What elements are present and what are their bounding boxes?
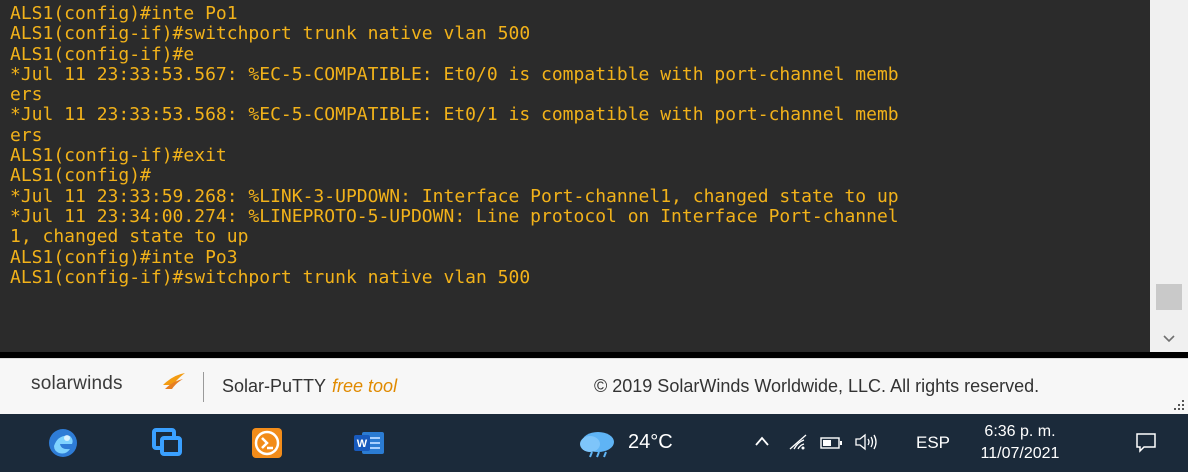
language-indicator[interactable]: ESP (916, 433, 950, 453)
battery-icon[interactable] (820, 436, 844, 450)
vertical-scrollbar[interactable] (1150, 0, 1188, 352)
copyright-text: © 2019 SolarWinds Worldwide, LLC. All ri… (594, 376, 1040, 396)
terminal-line: ALS1(config-if)#e (10, 44, 195, 65)
terminal-window[interactable]: ALS1(config)#inte Po1 ALS1(config-if)#sw… (0, 0, 1188, 352)
scrollbar-thumb[interactable] (1156, 284, 1182, 310)
solarwinds-logo[interactable]: solarwinds (31, 373, 185, 395)
terminal-line: ALS1(config-if)#switchport trunk native … (10, 24, 531, 45)
wifi-icon[interactable] (788, 433, 808, 451)
brand-name: solarwinds (31, 373, 123, 394)
windows-taskbar: W 24°C ESP 6:36 p. m. 11/07/2021 (0, 414, 1188, 472)
terminal-line: ers (10, 125, 43, 146)
resize-grip-icon[interactable] (1174, 400, 1184, 410)
terminal-line: *Jul 11 23:34:00.274: %LINEPROTO-5-UPDOW… (10, 206, 899, 227)
terminal-line: ALS1(config-if)#switchport trunk native … (10, 267, 531, 288)
chevron-up-icon[interactable] (754, 435, 770, 447)
volume-icon[interactable] (854, 433, 880, 451)
terminal-line: 1, changed state to up (10, 227, 249, 248)
terminal-line: ALS1(config-if)#exit (10, 146, 227, 167)
solarwinds-bird-icon (163, 373, 185, 389)
terminal-line: ALS1(config)#inte Po1 (10, 4, 238, 24)
scroll-down-icon[interactable] (1150, 330, 1188, 352)
terminal-output[interactable]: ALS1(config)#inte Po1 ALS1(config-if)#sw… (0, 4, 1150, 352)
terminal-line: *Jul 11 23:33:53.567: %EC-5-COMPATIBLE: … (10, 64, 899, 85)
word-icon[interactable]: W (352, 426, 386, 460)
remote-desktop-icon[interactable] (150, 426, 184, 460)
taskbar-clock[interactable]: 6:36 p. m. 11/07/2021 (975, 421, 1065, 465)
divider (203, 372, 204, 402)
edge-beta-icon[interactable] (46, 426, 80, 460)
cloud-rain-icon[interactable] (576, 428, 620, 458)
svg-text:W: W (357, 438, 368, 450)
terminal-line: ALS1(config)#inte Po3 (10, 247, 238, 268)
free-tool-link[interactable]: free tool (332, 376, 397, 396)
app-name: Solar-PuTTY (222, 376, 327, 396)
terminal-line: *Jul 11 23:33:59.268: %LINK-3-UPDOWN: In… (10, 186, 899, 207)
clock-time: 6:36 p. m. (984, 423, 1056, 440)
terminal-line: *Jul 11 23:33:53.568: %EC-5-COMPATIBLE: … (10, 105, 899, 126)
terminal-line: ALS1(config)# (10, 166, 151, 187)
weather-temperature[interactable]: 24°C (628, 431, 673, 454)
notification-icon[interactable] (1134, 430, 1158, 454)
terminal-line: ers (10, 85, 43, 106)
solar-putty-icon[interactable] (250, 426, 284, 460)
app-title: Solar-PuTTY free tool (222, 376, 397, 397)
solar-putty-statusbar: solarwinds Solar-PuTTY free tool © 2019 S… (0, 358, 1188, 414)
clock-date: 11/07/2021 (980, 445, 1060, 462)
